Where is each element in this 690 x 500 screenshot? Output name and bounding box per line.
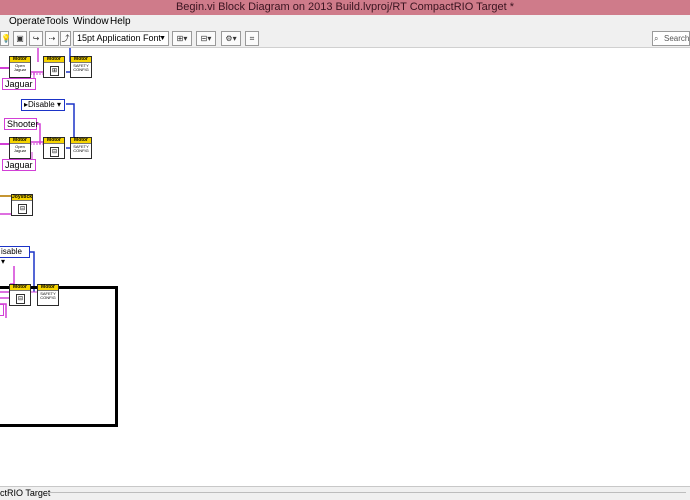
- search-icon: ⌕: [654, 34, 659, 43]
- menu-operate[interactable]: Operate: [9, 16, 45, 27]
- chevron-down-icon: ▼: [159, 35, 166, 42]
- shooter-constant[interactable]: Shooter: [4, 118, 39, 130]
- block-diagram-canvas[interactable]: Motor Open Jaguar Motor ⊞ Motor SAFETY C…: [0, 48, 690, 486]
- lightbulb-icon[interactable]: 💡: [0, 31, 11, 46]
- search-placeholder: Search: [664, 34, 690, 43]
- menu-window[interactable]: Window: [73, 16, 109, 27]
- vi-caption: SAFETY CONFIG: [73, 144, 89, 153]
- open-jaguar-vi-2[interactable]: Motor Open Jaguar: [9, 137, 31, 159]
- safety-config-vi[interactable]: Motor SAFETY CONFIG: [70, 56, 92, 78]
- horizontal-scrollbar[interactable]: [46, 492, 686, 496]
- safety-config-vi-2[interactable]: Motor SAFETY CONFIG: [70, 137, 92, 159]
- vi-header: Motor: [44, 57, 64, 63]
- step-over-icon[interactable]: ⇢: [45, 31, 59, 46]
- menu-bar: Operate Tools Window Help: [0, 15, 690, 29]
- disable-enum-case[interactable]: isable ▾: [0, 246, 30, 266]
- joystick-icon: ⊟: [18, 204, 27, 214]
- step-out-icon[interactable]: ⤴: [60, 31, 71, 46]
- jaguar-constant-2[interactable]: Jaguar: [2, 159, 36, 171]
- open-jaguar-vi[interactable]: Motor Open Jaguar: [9, 56, 31, 78]
- reorder-icon[interactable]: ⚙▾: [221, 31, 241, 46]
- retain-wire-values-icon[interactable]: ▣: [13, 31, 27, 46]
- vi-caption: SAFETY CONFIG: [73, 63, 89, 72]
- menu-tools[interactable]: Tools: [45, 16, 68, 27]
- step-into-icon[interactable]: ↪: [29, 31, 43, 46]
- joystick-vi[interactable]: Joystick ⊟: [11, 194, 33, 216]
- disable-enum[interactable]: ▸Disable ▾: [21, 99, 65, 111]
- motor-icon: ⊟: [16, 294, 25, 304]
- target-label: ctRIO Target: [0, 488, 51, 498]
- vi-header: Motor: [10, 285, 30, 291]
- search-input[interactable]: ⌕ Search: [652, 31, 690, 46]
- chevron-down-icon: ▾: [56, 100, 61, 109]
- status-bar: ctRIO Target: [0, 486, 690, 500]
- font-selector-label: 15pt Application Font: [77, 33, 162, 43]
- font-selector[interactable]: 15pt Application Font ▼: [73, 31, 169, 46]
- distribute-objects-icon[interactable]: ⊟▾: [196, 31, 216, 46]
- safety-config-vi-3[interactable]: Motor SAFETY CONFIG: [37, 284, 59, 306]
- vi-header: Joystick: [12, 194, 33, 201]
- enum-value: isable: [1, 247, 22, 256]
- motor-set-vi-3[interactable]: Motor ⊟: [9, 284, 31, 306]
- align-objects-icon[interactable]: ⊞▾: [172, 31, 192, 46]
- motor-set-vi-2[interactable]: Motor ⊟: [43, 137, 65, 159]
- motor-icon: ⊞: [50, 66, 59, 76]
- window-title: Begin.vi Block Diagram on 2013 Build.lvp…: [0, 0, 690, 15]
- motor-set-vi[interactable]: Motor ⊞: [43, 56, 65, 78]
- chevron-down-icon: ▾: [1, 257, 6, 266]
- vi-caption: Open Jaguar: [13, 63, 27, 72]
- enum-value: Disable: [28, 100, 55, 109]
- jaguar-constant[interactable]: Jaguar: [2, 78, 36, 90]
- motor-icon: ⊟: [50, 147, 59, 157]
- vi-caption: SAFETY CONFIG: [40, 291, 56, 300]
- string-constant-partial[interactable]: [0, 304, 4, 316]
- vi-header: Motor: [44, 138, 64, 144]
- toolbar: 💡 ▣ ↪ ⇢ ⤴ 15pt Application Font ▼ ⊞▾ ⊟▾ …: [0, 29, 690, 48]
- vi-caption: Open Jaguar: [13, 144, 27, 153]
- menu-help[interactable]: Help: [110, 16, 131, 27]
- case-structure[interactable]: [0, 286, 118, 427]
- clean-up-diagram-icon[interactable]: ⌗: [245, 31, 259, 46]
